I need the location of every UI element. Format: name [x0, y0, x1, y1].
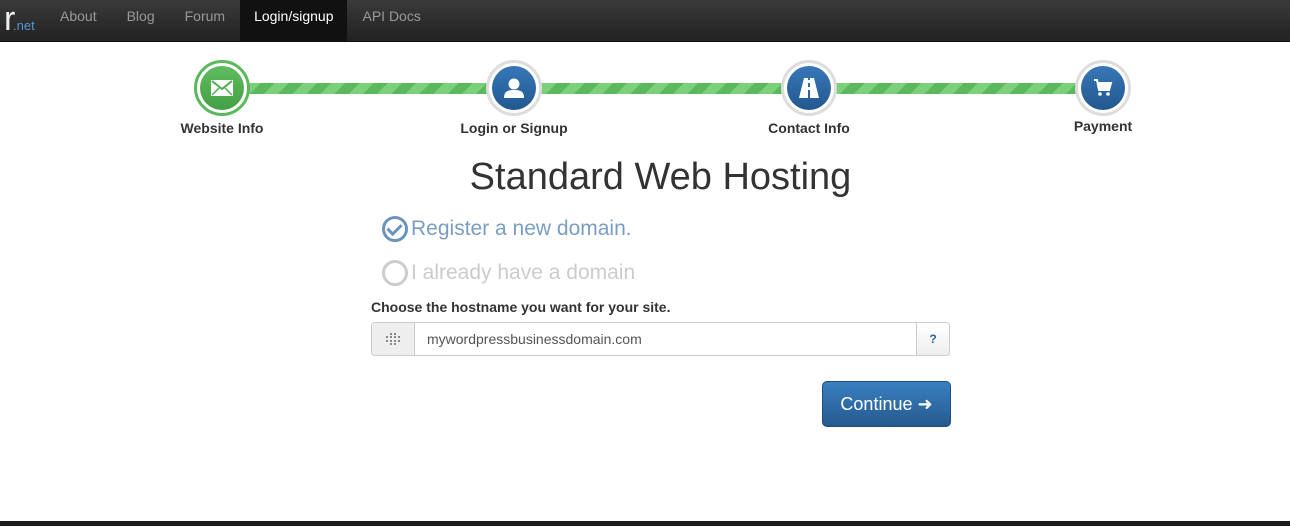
- step-label: Payment: [1073, 118, 1133, 134]
- step-circle: [486, 60, 542, 116]
- option-label: I already have a domain: [411, 261, 636, 284]
- globe-addon: [372, 323, 415, 355]
- step-contact-info[interactable]: Contact Info: [749, 60, 869, 136]
- cart-icon: [1094, 79, 1113, 96]
- hostname-input[interactable]: [415, 323, 916, 355]
- hostname-input-group: ?: [371, 322, 950, 356]
- hostname-help-button[interactable]: ?: [916, 323, 949, 355]
- user-icon: [504, 78, 524, 98]
- step-label: Website Info: [180, 120, 264, 136]
- brand-sub: .net: [13, 18, 35, 33]
- continue-button[interactable]: Continue ➜: [822, 381, 951, 427]
- step-website-info[interactable]: Website Info: [162, 60, 282, 136]
- nav-item-blog[interactable]: Blog: [112, 0, 170, 42]
- nav-item-about[interactable]: About: [45, 0, 112, 42]
- page-title: Standard Web Hosting: [469, 156, 852, 198]
- nav-item-login-signup[interactable]: Login/signup: [240, 0, 348, 42]
- step-label: Contact Info: [768, 120, 850, 136]
- option-label: Register a new domain.: [411, 217, 632, 240]
- existing-domain-option[interactable]: I already have a domain: [382, 260, 635, 286]
- envelope-icon: [211, 80, 233, 96]
- step-circle: [1075, 60, 1131, 116]
- nav-item-api-docs[interactable]: API Docs: [347, 0, 435, 42]
- brand-logo[interactable]: r .net: [4, 2, 44, 38]
- step-circle: [194, 60, 250, 116]
- hostname-label: Choose the hostname you want for your si…: [371, 299, 671, 315]
- continue-label: Continue: [840, 393, 913, 414]
- nav-menu: About Blog Forum Login/signup API Docs: [45, 0, 436, 42]
- register-domain-option[interactable]: Register a new domain.: [382, 216, 632, 242]
- step-login-signup[interactable]: Login or Signup: [454, 60, 574, 136]
- footer-bar: [0, 521, 1290, 526]
- check-circle-icon: [382, 216, 408, 242]
- empty-circle-icon: [382, 260, 408, 286]
- top-navbar: r .net About Blog Forum Login/signup API…: [0, 0, 1290, 42]
- step-payment[interactable]: Payment: [1043, 60, 1163, 134]
- arrow-right-icon: ➜: [917, 393, 933, 414]
- step-circle: [781, 60, 837, 116]
- progress-steps: Website Info Login or Signup Contact Inf…: [0, 60, 1290, 150]
- road-icon: [799, 78, 819, 98]
- step-label: Login or Signup: [460, 120, 568, 136]
- globe-icon: [386, 333, 400, 345]
- nav-item-forum[interactable]: Forum: [170, 0, 240, 42]
